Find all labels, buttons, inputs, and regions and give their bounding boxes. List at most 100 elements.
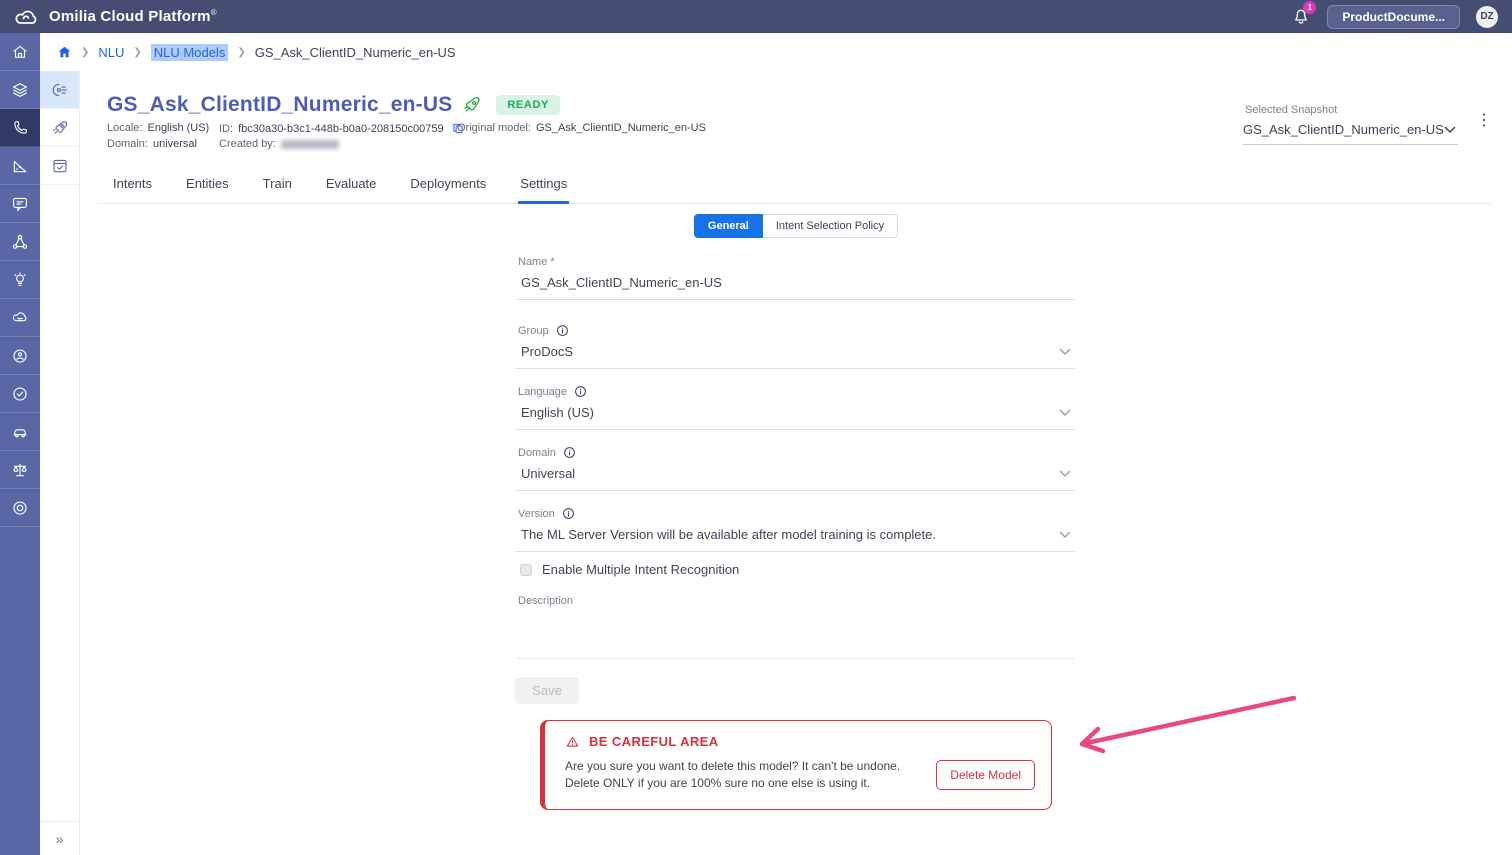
bulb-icon [11, 271, 29, 289]
omilia-cloud-logo-icon [14, 7, 40, 27]
group-field: Group ProDocS [515, 324, 1075, 369]
kebab-menu-icon[interactable]: ⋮ [1476, 113, 1492, 129]
notifications-bell-icon[interactable]: 1 [1291, 7, 1311, 27]
segment-intent-selection-policy[interactable]: Intent Selection Policy [763, 214, 898, 238]
description-input[interactable] [515, 607, 1075, 659]
version-label: Version [515, 507, 1075, 520]
scales-icon [11, 461, 29, 479]
breadcrumb-item[interactable]: NLU Models [151, 44, 229, 61]
user-avatar[interactable]: DZ [1476, 6, 1498, 28]
chevron-down-icon [1059, 470, 1071, 478]
doc-check-icon [51, 157, 69, 175]
danger-zone: BE CAREFUL AREA Are you sure you want to… [540, 720, 1052, 810]
sidebar-item-home[interactable] [0, 33, 40, 71]
chevron-down-icon [1444, 126, 1456, 134]
subsidebar-item-rocket[interactable] [40, 109, 79, 147]
chat-icon [11, 195, 29, 213]
domain-select[interactable]: Universal [515, 466, 1075, 491]
version-field: Version The ML Server Version will be ava… [515, 507, 1075, 552]
sidebar-item-scales[interactable] [0, 451, 40, 489]
page-title: GS_Ask_ClientID_Numeric_en-US [107, 93, 452, 117]
main-sidebar [0, 33, 40, 855]
sidebar-item-phone[interactable] [0, 109, 40, 147]
danger-title: BE CAREFUL AREA [589, 734, 719, 749]
chevron-down-icon [1059, 531, 1071, 539]
sidebar-item-target[interactable] [0, 489, 40, 527]
rocket-icon [462, 95, 482, 115]
sidebar-expand-button[interactable]: » [40, 821, 79, 855]
snapshot-value: GS_Ask_ClientID_Numeric_en-US [1243, 122, 1444, 137]
language-label: Language [515, 385, 1075, 398]
meta-id: ID:fbc30a30-b3c1-448b-b0a0-208150c00759 [219, 122, 464, 135]
sidebar-item-layers[interactable] [0, 71, 40, 109]
sidebar-item-chat[interactable] [0, 185, 40, 223]
group-select[interactable]: ProDocS [515, 344, 1075, 369]
snapshot-dropdown[interactable]: GS_Ask_ClientID_Numeric_en-US [1243, 122, 1458, 145]
save-button[interactable]: Save [515, 677, 579, 704]
settings-segments: GeneralIntent Selection Policy [80, 214, 1512, 238]
sidebar-item-badge-check[interactable] [0, 375, 40, 413]
secondary-sidebar: » [40, 33, 80, 855]
multiple-intent-row: Enable Multiple Intent Recognition [515, 562, 739, 577]
domain-label: Domain [515, 446, 1075, 459]
app-title: Omilia Cloud Platform® [49, 8, 217, 25]
group-label: Group [515, 324, 1075, 337]
warning-triangle-icon [565, 735, 580, 749]
status-badge: READY [496, 95, 560, 115]
breadcrumb: ❯NLU❯NLU Models❯GS_Ask_ClientID_Numeric_… [40, 33, 1512, 71]
description-field: Description [515, 595, 1075, 659]
cloud-icon [11, 309, 29, 327]
chevron-down-icon [1059, 348, 1071, 356]
chevron-down-icon [1059, 409, 1071, 417]
segment-general[interactable]: General [694, 214, 763, 238]
nlu-model-icon [51, 81, 69, 99]
target-icon [11, 499, 29, 517]
danger-message: Are you sure you want to delete this mod… [565, 758, 900, 792]
delete-model-button[interactable]: Delete Model [936, 760, 1035, 790]
breadcrumb-separator: ❯ [81, 47, 89, 58]
tab-settings[interactable]: Settings [518, 167, 569, 204]
multiple-intent-label: Enable Multiple Intent Recognition [542, 562, 739, 577]
tab-entities[interactable]: Entities [184, 167, 231, 204]
sidebar-item-gear-person[interactable] [0, 337, 40, 375]
molecule-icon [11, 233, 29, 251]
name-input[interactable]: GS_Ask_ClientID_Numeric_en-US [515, 275, 1075, 300]
org-selector-button[interactable]: ProductDocume... [1327, 5, 1460, 29]
general-settings-form: Enable Multiple Intent Recognition Descr… [515, 252, 1075, 722]
meta-created-by: Created by: [219, 138, 339, 150]
name-field: Name *GS_Ask_ClientID_Numeric_en-US [515, 256, 1075, 300]
info-icon[interactable] [562, 507, 575, 520]
version-select[interactable]: The ML Server Version will be available … [515, 527, 1075, 552]
app-header: Omilia Cloud Platform® 1 ProductDocume..… [0, 0, 1512, 33]
sidebar-item-cloud[interactable] [0, 299, 40, 337]
meta-locale: Locale:English (US) [107, 122, 209, 134]
info-icon[interactable] [574, 385, 587, 398]
subsidebar-item-doc-check[interactable] [40, 147, 79, 185]
annotation-arrow [1066, 688, 1306, 760]
description-label: Description [515, 595, 1075, 607]
breadcrumb-separator: ❯ [237, 47, 245, 58]
redacted-username [281, 140, 339, 149]
sidebar-item-molecule[interactable] [0, 223, 40, 261]
car-icon [11, 423, 29, 441]
subsidebar-item-nlu-model[interactable] [40, 71, 79, 109]
multiple-intent-checkbox[interactable] [520, 564, 532, 576]
layers-icon [11, 81, 29, 99]
tab-evaluate[interactable]: Evaluate [324, 167, 379, 204]
tab-intents[interactable]: Intents [111, 167, 154, 204]
domain-field: Domain Universal [515, 446, 1075, 491]
phone-icon [11, 119, 29, 137]
sidebar-item-ruler[interactable] [0, 147, 40, 185]
language-select[interactable]: English (US) [515, 405, 1075, 430]
info-icon[interactable] [563, 446, 576, 459]
sidebar-item-bulb[interactable] [0, 261, 40, 299]
sidebar-item-car[interactable] [0, 413, 40, 451]
home-icon[interactable] [57, 45, 72, 59]
tab-train[interactable]: Train [261, 167, 294, 204]
breadcrumb-item[interactable]: NLU [98, 45, 124, 60]
ruler-icon [11, 157, 29, 175]
meta-original-model: Original model:GS_Ask_ClientID_Numeric_e… [457, 122, 706, 134]
tab-deployments[interactable]: Deployments [408, 167, 488, 204]
home-icon [11, 43, 29, 61]
info-icon[interactable] [556, 324, 569, 337]
